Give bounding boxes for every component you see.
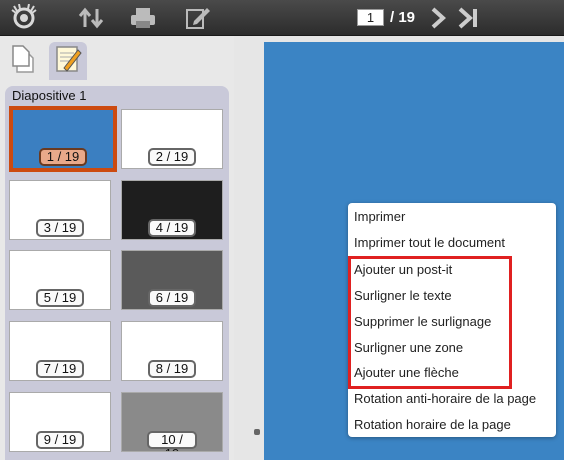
tab-pages[interactable]: [5, 42, 43, 80]
thumbnail-7[interactable]: 7 / 19: [9, 321, 111, 381]
next-page-icon[interactable]: [428, 4, 448, 32]
thumbnail-6[interactable]: 6 / 19: [121, 250, 223, 310]
thumbnail-4[interactable]: 4 / 19: [121, 180, 223, 240]
thumbnail-label: 8 / 19: [148, 360, 196, 378]
annotation-icon: [54, 44, 82, 79]
menu-item-rotate-ccw[interactable]: Rotation anti-horaire de la page: [354, 390, 536, 408]
thumbnail-1[interactable]: 1 / 19: [9, 106, 117, 172]
thumbnail-3[interactable]: 3 / 19: [9, 180, 111, 240]
page-total: / 19: [390, 9, 416, 26]
menu-item-print[interactable]: Imprimer: [354, 208, 405, 226]
splitter-handle-icon[interactable]: [254, 429, 260, 435]
print-icon[interactable]: [128, 4, 158, 32]
thumbnail-label: 2 / 19: [148, 148, 196, 166]
thumbnail-label: 5 / 19: [36, 289, 84, 307]
thumbnail-8[interactable]: 8 / 19: [121, 321, 223, 381]
edit-icon[interactable]: [183, 4, 213, 32]
last-page-icon[interactable]: [456, 4, 482, 32]
thumbnail-list: Diapositive 1 1 / 19 2 / 19 3 / 19 4 / 1…: [5, 86, 229, 460]
thumbnail-10[interactable]: 10 / 19: [121, 392, 223, 452]
sidebar-tabs: [0, 36, 234, 80]
viewer-logo-icon: [6, 4, 42, 32]
thumbnail-label: 3 / 19: [36, 219, 84, 237]
sort-arrows-icon[interactable]: [76, 4, 106, 32]
annotation-highlight-box: [348, 256, 512, 389]
thumbnail-label: 4 / 19: [148, 219, 196, 237]
thumbnail-5[interactable]: 5 / 19: [9, 250, 111, 310]
thumbnail-label: 6 / 19: [148, 289, 196, 307]
sidebar-splitter[interactable]: [234, 36, 264, 460]
menu-item-print-all[interactable]: Imprimer tout le document: [354, 234, 505, 252]
thumbnail-9[interactable]: 9 / 19: [9, 392, 111, 452]
page-number-input[interactable]: 1: [357, 9, 384, 26]
menu-item-rotate-cw[interactable]: Rotation horaire de la page: [354, 416, 511, 434]
thumbnail-label: 1 / 19: [39, 148, 87, 166]
tab-annotations[interactable]: [49, 42, 87, 80]
thumbnail-2[interactable]: 2 / 19: [121, 109, 223, 169]
document-icon: [11, 44, 37, 79]
thumbnail-label: 7 / 19: [36, 360, 84, 378]
thumbnail-label: 10 / 19: [147, 431, 197, 451]
toolbar: 1 / 19: [0, 0, 564, 36]
thumbnail-sidebar: Diapositive 1 1 / 19 2 / 19 3 / 19 4 / 1…: [0, 36, 234, 460]
slide-heading: Diapositive 1: [12, 88, 87, 103]
thumbnail-label: 9 / 19: [36, 431, 84, 449]
